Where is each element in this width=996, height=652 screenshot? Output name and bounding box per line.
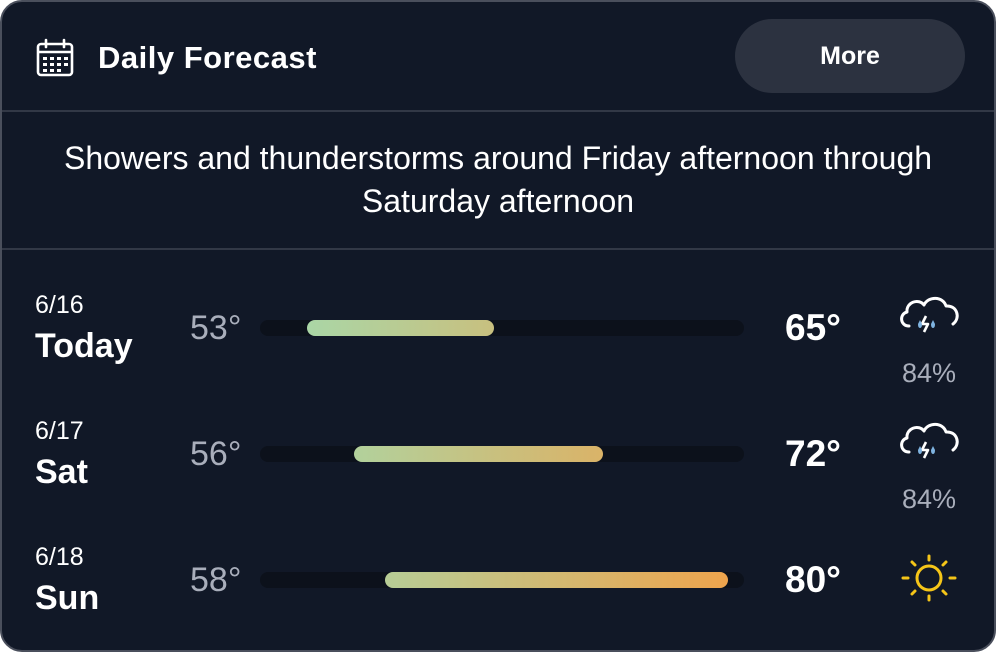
temp-range-bar [353,446,604,462]
low-temp: 58° [190,561,242,599]
high-temp: 80° [785,559,841,600]
precip-chance: 84% [901,358,957,388]
forecast-day-name: Sat [35,453,88,491]
low-temp: 56° [190,435,242,473]
thunderstorm-icon [900,296,959,333]
high-temp: 65° [785,307,841,348]
forecast-day-name: Today [35,327,133,365]
temp-range-track [260,572,744,588]
high-temp: 72° [785,433,841,474]
sun-icon [901,554,957,602]
forecast-row-sun[interactable]: 6/18 Sun 58° 80° [2,542,994,650]
temp-range-bar [306,320,495,336]
forecast-date: 6/16 [35,291,84,319]
precip-chance: 84% [901,484,957,514]
card-header: Daily Forecast More [2,2,994,112]
card-title: Daily Forecast [98,40,317,75]
forecast-row-today[interactable]: 6/16 Today 53° 65° 84% [2,290,994,410]
temp-range-bar [384,572,729,588]
forecast-day-name: Sun [35,579,100,617]
calendar-icon [36,38,74,77]
summary-text: Showers and thunderstorms around Friday … [63,140,933,219]
thunderstorm-icon [900,422,959,459]
forecast-date: 6/17 [35,417,84,445]
forecast-row-sat[interactable]: 6/17 Sat 56° 72° 84% [2,416,994,536]
temp-range-track [260,320,744,336]
more-button[interactable]: More [735,19,965,93]
forecast-date: 6/18 [35,543,84,571]
forecast-summary: Showers and thunderstorms around Friday … [2,112,994,250]
low-temp: 53° [190,309,242,347]
temp-range-track [260,446,744,462]
daily-forecast-card: Daily Forecast More Showers and thunders… [0,0,996,652]
